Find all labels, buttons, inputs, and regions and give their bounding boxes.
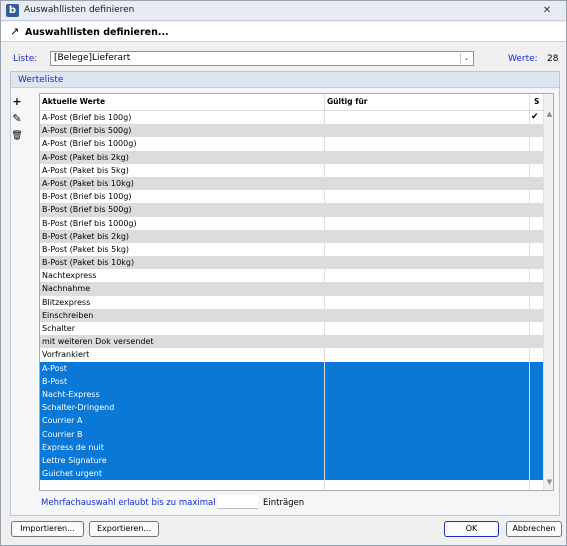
row-value: Nachtexpress xyxy=(42,271,97,281)
row-value: Nachnahme xyxy=(42,284,91,294)
title-bar: b Auswahllisten definieren ✕ xyxy=(1,1,566,21)
werteliste-header: Werteliste xyxy=(11,72,559,88)
column-divider xyxy=(324,94,325,490)
table-row[interactable]: Courrier A xyxy=(40,414,543,428)
row-value: Courrier A xyxy=(42,416,83,426)
ok-button[interactable]: OK xyxy=(444,521,499,537)
table-row[interactable]: Guichet urgent xyxy=(40,467,543,481)
werteliste-title: Werteliste xyxy=(18,75,64,85)
page-title: Auswahllisten definieren... xyxy=(25,27,169,38)
row-value: Express de nuit xyxy=(42,442,104,452)
table-row[interactable]: A-Post (Brief bis 500g) xyxy=(40,124,543,138)
row-value: A-Post xyxy=(42,363,67,373)
table-row[interactable]: A-Post (Brief bis 100g) ✔ xyxy=(40,111,543,124)
table-row[interactable]: A-Post (Paket bis 2kg) xyxy=(40,150,543,164)
table-body: A-Post (Brief bis 100g) ✔ A-Post (Brief bi… xyxy=(40,111,543,481)
table-row[interactable]: B-Post (Paket bis 10kg) xyxy=(40,256,543,270)
dialog-window: b Auswahllisten definieren ✕ ↗ Auswahlli… xyxy=(0,0,567,546)
table-row[interactable]: Vorfrankiert xyxy=(40,348,543,361)
row-value: B-Post (Paket bis 5kg) xyxy=(42,244,130,254)
header-bar: ↗ Auswahllisten definieren... xyxy=(1,22,566,42)
table-row[interactable]: Nachtexpress xyxy=(40,269,543,282)
values-table: Aktuelle Werte Gültig für S A-Post (Brie… xyxy=(39,93,554,491)
table-row[interactable]: Einschreiben xyxy=(40,308,543,322)
close-button[interactable]: ✕ xyxy=(534,3,560,18)
row-value: Einschreiben xyxy=(42,310,94,320)
row-value: A-Post (Brief bis 100g) xyxy=(42,113,132,122)
row-value: B-Post xyxy=(42,376,68,386)
werte-count: 28 xyxy=(547,54,559,64)
app-logo-icon: b xyxy=(6,4,19,17)
row-value: B-Post (Brief bis 1000g) xyxy=(42,218,137,228)
chevron-down-icon[interactable]: ⌄ xyxy=(460,53,472,64)
werte-label: Werte: xyxy=(508,54,538,64)
row-value: A-Post (Brief bis 500g) xyxy=(42,126,132,136)
row-value: Lettre Signature xyxy=(42,455,107,465)
scroll-down-icon[interactable]: ▼ xyxy=(544,477,553,488)
delete-icon[interactable]: 🗑 xyxy=(11,130,23,142)
multi-select-suffix: Einträgen xyxy=(263,498,305,508)
row-value: B-Post (Paket bis 10kg) xyxy=(42,258,135,268)
cancel-button[interactable]: Abbrechen xyxy=(506,521,562,537)
column-header-current-values[interactable]: Aktuelle Werte xyxy=(42,97,105,106)
row-value: A-Post (Paket bis 10kg) xyxy=(42,178,134,188)
add-icon[interactable]: + xyxy=(11,96,23,108)
vertical-scrollbar[interactable]: ▲ ▼ xyxy=(543,94,553,490)
row-value: Guichet urgent xyxy=(42,469,102,479)
multi-select-max-input[interactable] xyxy=(217,495,258,509)
row-value: Nacht-Express xyxy=(42,389,100,399)
edit-icon[interactable]: ✎ xyxy=(11,113,23,125)
scroll-up-icon[interactable]: ▲ xyxy=(544,109,553,120)
table-row[interactable]: B-Post xyxy=(40,374,543,388)
table-row[interactable]: A-Post xyxy=(40,361,543,375)
table-row[interactable]: Schalter xyxy=(40,322,543,335)
table-row[interactable]: Blitzexpress xyxy=(40,296,543,309)
table-row[interactable]: Express de nuit xyxy=(40,440,543,454)
import-button[interactable]: Importieren... xyxy=(11,521,84,537)
table-row[interactable]: Schalter-Dringend xyxy=(40,401,543,415)
table-header: Aktuelle Werte Gültig für S xyxy=(40,94,543,111)
row-value: B-Post (Brief bis 500g) xyxy=(42,205,132,215)
liste-dropdown[interactable]: [Belege]Lieferart ⌄ xyxy=(50,51,474,66)
row-value: Schalter-Dringend xyxy=(42,403,115,413)
table-row[interactable]: B-Post (Brief bis 1000g) xyxy=(40,217,543,230)
row-value: B-Post (Brief bis 100g) xyxy=(42,192,132,202)
table-row[interactable]: Nachnahme xyxy=(40,282,543,296)
column-header-valid-for[interactable]: Gültig für xyxy=(327,97,368,106)
check-icon: ✔ xyxy=(531,112,539,122)
row-value: B-Post (Paket bis 2kg) xyxy=(42,231,130,241)
liste-label: Liste: xyxy=(13,54,38,64)
table-row[interactable]: B-Post (Paket bis 5kg) xyxy=(40,243,543,256)
row-value: A-Post (Paket bis 5kg) xyxy=(42,165,129,175)
row-value: mit weiteren Dok versendet xyxy=(42,337,154,347)
table-row[interactable]: B-Post (Paket bis 2kg) xyxy=(40,229,543,243)
table-row[interactable]: B-Post (Brief bis 500g) xyxy=(40,203,543,217)
arrow-icon: ↗ xyxy=(10,25,20,38)
liste-selected-value: [Belege]Lieferart xyxy=(54,53,131,63)
row-value: Schalter xyxy=(42,324,76,333)
export-button[interactable]: Exportieren... xyxy=(89,521,159,537)
row-value: Blitzexpress xyxy=(42,297,91,307)
table-row[interactable]: A-Post (Paket bis 5kg) xyxy=(40,164,543,177)
window-title: Auswahllisten definieren xyxy=(24,5,135,15)
row-value: A-Post (Paket bis 2kg) xyxy=(42,152,129,162)
table-row[interactable]: A-Post (Brief bis 1000g) xyxy=(40,137,543,150)
multi-select-label: Mehrfachauswahl erlaubt bis zu maximal xyxy=(41,498,216,508)
column-header-s[interactable]: S xyxy=(534,97,539,106)
column-divider xyxy=(529,94,530,490)
table-row[interactable]: Courrier B xyxy=(40,427,543,441)
table-row[interactable]: Lettre Signature xyxy=(40,453,543,468)
table-row[interactable]: A-Post (Paket bis 10kg) xyxy=(40,176,543,191)
row-value: Courrier B xyxy=(42,429,83,439)
table-row[interactable]: mit weiteren Dok versendet xyxy=(40,335,543,349)
row-value: Vorfrankiert xyxy=(42,350,90,360)
table-row[interactable]: B-Post (Brief bis 100g) xyxy=(40,190,543,203)
table-row[interactable]: Nacht-Express xyxy=(40,387,543,402)
row-value: A-Post (Brief bis 1000g) xyxy=(42,139,137,149)
